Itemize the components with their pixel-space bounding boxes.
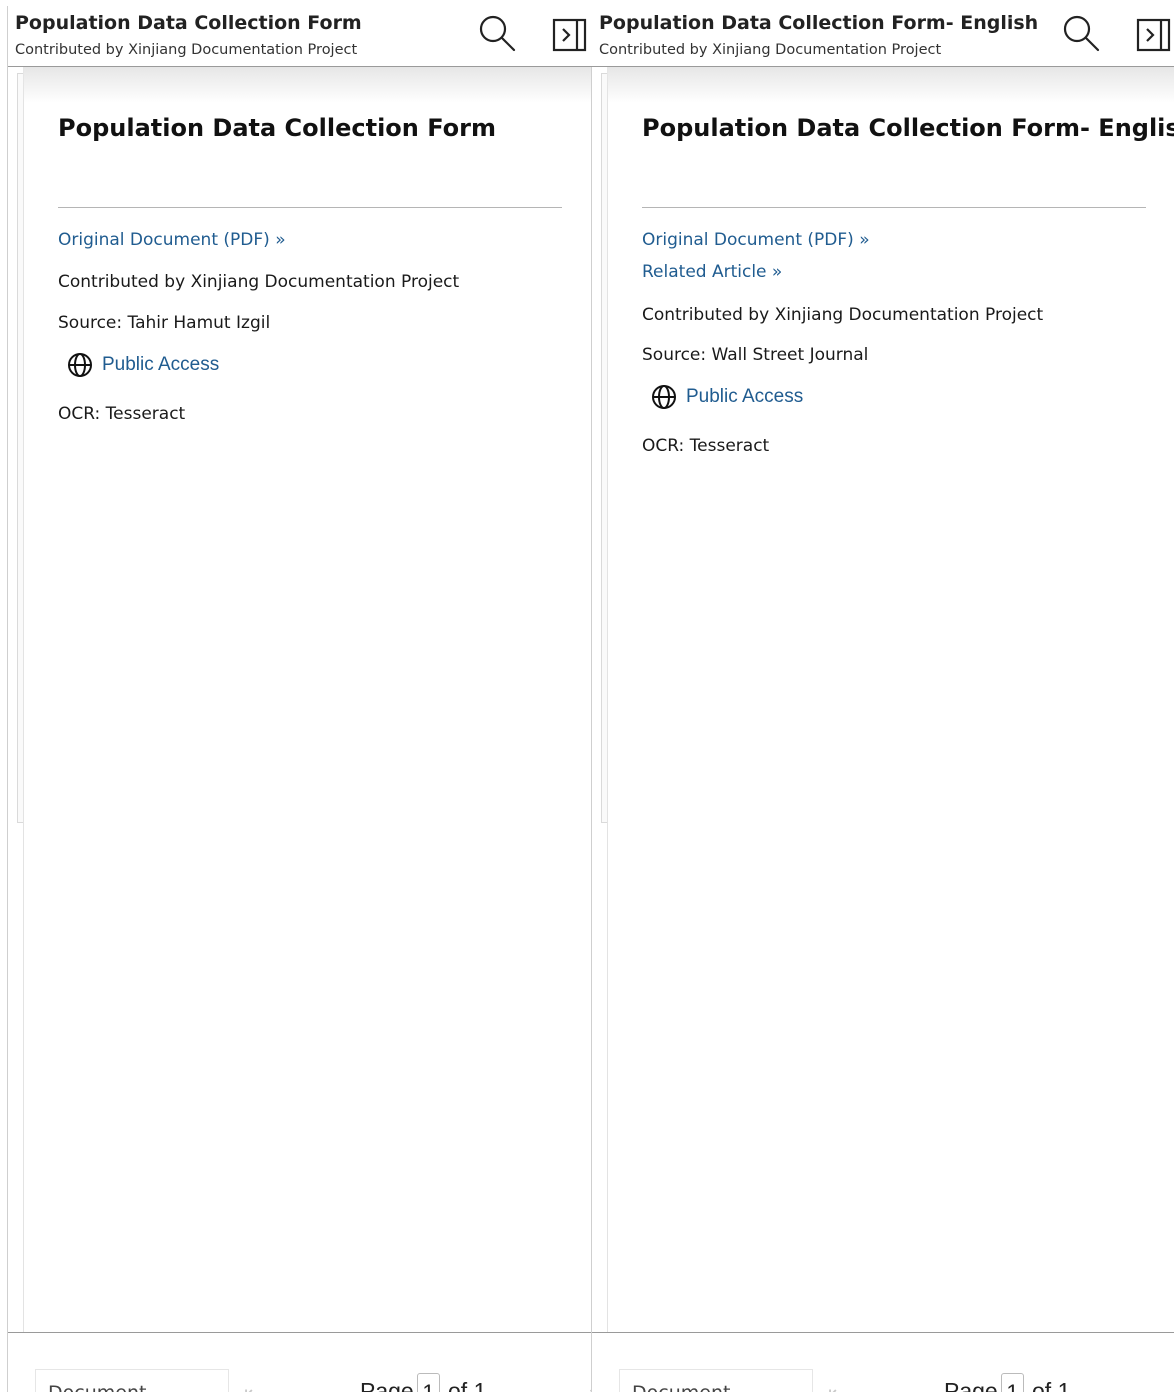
public-access-label: Public Access	[102, 354, 220, 375]
search-icon	[1063, 15, 1100, 52]
public-access-badge[interactable]: Public Access	[67, 352, 219, 378]
page-label: Page	[360, 1378, 414, 1392]
divider	[58, 207, 562, 208]
contributor-text: Contributed by Xinjiang Documentation Pr…	[642, 305, 1044, 325]
viewer-footer: Document ⇤ ← Page 1 of 1 →	[592, 1332, 1174, 1392]
document-select[interactable]: Document	[619, 1369, 813, 1392]
document-viewer-right: Population Data Collection Form- English…	[591, 6, 1174, 1392]
sidebar-toggle-icon	[1136, 18, 1171, 52]
contributor-text: Contributed by Xinjiang Documentation Pr…	[58, 272, 460, 292]
page-border	[23, 67, 24, 1332]
sidebar-toggle-button[interactable]	[1136, 18, 1172, 52]
source-text: Source: Wall Street Journal	[642, 345, 869, 365]
first-page-icon[interactable]: ⇤	[828, 1383, 846, 1392]
page-count: of 1	[1032, 1378, 1071, 1392]
document-title: Population Data Collection Form	[58, 114, 496, 142]
page-border	[607, 67, 608, 1332]
globe-icon	[652, 385, 676, 409]
search-button[interactable]	[1062, 14, 1102, 54]
globe-icon	[68, 353, 92, 377]
viewer-subtitle: Contributed by Xinjiang Documentation Pr…	[599, 42, 942, 58]
divider	[642, 207, 1146, 208]
viewer-title: Population Data Collection Form- English	[599, 12, 1039, 34]
viewer-subtitle: Contributed by Xinjiang Documentation Pr…	[15, 42, 358, 58]
original-document-link[interactable]: Original Document (PDF) »	[58, 230, 286, 250]
viewer-header: Population Data Collection Form- English…	[592, 6, 1174, 67]
original-document-link[interactable]: Original Document (PDF) »	[642, 230, 870, 250]
page-number-input[interactable]: 1	[417, 1373, 440, 1392]
next-page-icon[interactable]: →	[1113, 1383, 1135, 1392]
search-button[interactable]	[478, 14, 518, 54]
ocr-text: OCR: Tesseract	[642, 436, 770, 456]
prev-page-icon[interactable]: ←	[880, 1383, 902, 1392]
page-number-input[interactable]: 1	[1001, 1373, 1024, 1392]
viewer-body: Population Data Collection Form Original…	[8, 67, 592, 1332]
ocr-text: OCR: Tesseract	[58, 404, 186, 424]
public-access-badge[interactable]: Public Access	[651, 384, 803, 410]
first-page-icon[interactable]: ⇤	[244, 1383, 262, 1392]
page-count: of 1	[448, 1378, 487, 1392]
source-text: Source: Tahir Hamut Izgil	[58, 313, 271, 333]
document-select[interactable]: Document	[35, 1369, 229, 1392]
viewer-footer: Document ⇤ ← Page 1 of 1 → ⇥	[8, 1332, 592, 1392]
document-title: Population Data Collection Form- English	[642, 114, 1174, 142]
next-page-icon[interactable]: →	[529, 1383, 551, 1392]
viewer-body: Population Data Collection Form- English…	[592, 67, 1174, 1332]
sidebar-toggle-icon	[552, 18, 587, 52]
search-icon	[479, 15, 516, 52]
scroll-shadow	[607, 67, 1174, 103]
public-access-label: Public Access	[686, 386, 804, 407]
scroll-shadow	[23, 67, 592, 103]
prev-page-icon[interactable]: ←	[296, 1383, 318, 1392]
viewer-title: Population Data Collection Form	[15, 12, 362, 34]
sidebar-toggle-button[interactable]	[552, 18, 588, 52]
page-label: Page	[944, 1378, 998, 1392]
document-viewer-left: Population Data Collection Form Contribu…	[7, 6, 592, 1392]
viewer-header: Population Data Collection Form Contribu…	[8, 6, 592, 67]
related-article-link[interactable]: Related Article »	[642, 262, 782, 282]
